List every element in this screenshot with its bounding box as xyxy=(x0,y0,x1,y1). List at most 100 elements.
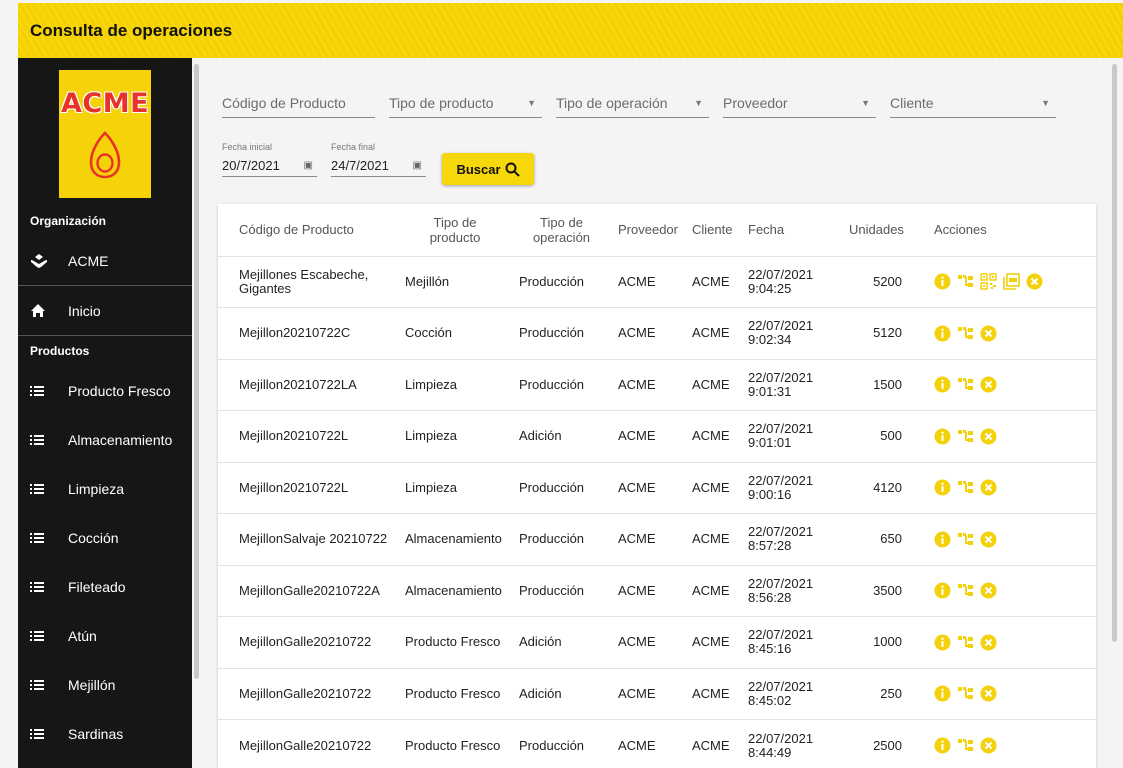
cancel-icon[interactable] xyxy=(980,634,997,651)
header-fecha[interactable]: Fecha xyxy=(742,204,827,256)
fecha-inicial-field[interactable]: Fecha inicial 20/7/2021 ▣ xyxy=(222,142,317,177)
header-tipo-operacion[interactable]: Tipo de operación xyxy=(511,204,612,256)
cell-cliente: ACME xyxy=(686,513,742,565)
sidebar-item-producto-fresco[interactable]: Producto Fresco xyxy=(18,366,192,415)
header-tipo-producto[interactable]: Tipo de producto xyxy=(399,204,511,256)
table-row[interactable]: MejillonSalvaje 20210722 Almacenamiento … xyxy=(218,513,1096,565)
codigo-producto-input[interactable]: Código de Producto xyxy=(222,88,375,118)
cell-tipo-producto: Almacenamiento xyxy=(399,513,511,565)
info-icon[interactable] xyxy=(934,428,951,445)
calendar-icon[interactable]: ▣ xyxy=(304,160,313,171)
dropdown-arrow-icon: ▼ xyxy=(694,97,703,108)
header-tipo-operacion-line1: Tipo de xyxy=(540,214,583,230)
pdf-icon[interactable] xyxy=(1003,273,1020,291)
tree-icon[interactable] xyxy=(957,685,974,702)
buscar-button[interactable]: Buscar xyxy=(442,153,534,185)
info-icon[interactable] xyxy=(934,685,951,702)
cliente-select[interactable]: Cliente ▼ xyxy=(890,88,1056,118)
codigo-line1: MejillonSalvaje 20210722 xyxy=(239,531,388,547)
sidebar-item-label: ACME xyxy=(68,252,109,269)
table-row[interactable]: Mejillon20210722LA Limpieza Producción A… xyxy=(218,358,1096,411)
header-unidades[interactable]: Unidades xyxy=(827,204,920,256)
info-icon[interactable] xyxy=(934,376,951,393)
home-icon xyxy=(30,303,58,318)
tree-icon[interactable] xyxy=(957,376,974,393)
sidebar-item-coccion[interactable]: Cocción xyxy=(18,513,192,562)
tree-icon[interactable] xyxy=(957,582,974,599)
info-icon[interactable] xyxy=(934,325,951,342)
cancel-icon[interactable] xyxy=(980,479,997,496)
cell-tipo-operacion: Adición xyxy=(511,410,612,462)
main-scrollbar[interactable] xyxy=(1112,64,1117,642)
table-row[interactable]: MejillonGalle20210722A Almacenamiento Pr… xyxy=(218,564,1096,617)
cell-tipo-producto: Producto Fresco xyxy=(399,616,511,668)
header-tipo-producto-line1: Tipo de xyxy=(433,214,477,230)
info-icon[interactable] xyxy=(934,634,951,651)
cell-proveedor: ACME xyxy=(612,410,686,462)
info-icon[interactable] xyxy=(934,273,951,290)
proveedor-select[interactable]: Proveedor ▼ xyxy=(723,88,876,118)
cell-codigo: Mejillon20210722LA xyxy=(218,358,399,411)
codigo-line1: Mejillon20210722L xyxy=(239,428,349,444)
info-icon[interactable] xyxy=(934,531,951,548)
tipo-producto-select[interactable]: Tipo de producto ▼ xyxy=(389,88,542,118)
calendar-icon[interactable]: ▣ xyxy=(413,160,422,171)
tree-icon[interactable] xyxy=(957,428,974,445)
table-row[interactable]: Mejillon20210722L Limpieza Producción AC… xyxy=(218,461,1096,514)
tree-icon[interactable] xyxy=(957,737,974,754)
sidebar-item-label: Almacenamiento xyxy=(68,431,173,448)
cell-cliente: ACME xyxy=(686,564,742,617)
tree-icon[interactable] xyxy=(957,531,974,548)
cancel-icon[interactable] xyxy=(980,582,997,599)
fecha-time: 9:01:01 xyxy=(748,435,792,451)
sidebar-item-almacenamiento[interactable]: Almacenamiento xyxy=(18,415,192,464)
table-row[interactable]: MejillonGalle20210722 Producto Fresco Ad… xyxy=(218,667,1096,720)
tree-icon[interactable] xyxy=(957,273,974,290)
header-acciones: Acciones xyxy=(934,222,987,238)
header-cliente[interactable]: Cliente xyxy=(686,204,742,256)
info-icon[interactable] xyxy=(934,479,951,496)
tipo-operacion-select[interactable]: Tipo de operación ▼ xyxy=(556,88,709,118)
cell-codigo: MejillonGalle20210722 xyxy=(218,667,399,720)
tipo-producto-placeholder: Tipo de producto xyxy=(389,94,494,111)
header-codigo[interactable]: Código de Producto xyxy=(218,204,399,256)
cancel-icon[interactable] xyxy=(980,685,997,702)
sidebar-item-mejillon[interactable]: Mejillón xyxy=(18,660,192,709)
sidebar-item-acme[interactable]: ACME xyxy=(18,236,192,285)
cancel-icon[interactable] xyxy=(980,325,997,342)
fecha-inicial-value: 20/7/2021 xyxy=(222,158,280,173)
sidebar-item-sardinas[interactable]: Sardinas xyxy=(18,709,192,758)
cancel-icon[interactable] xyxy=(1026,273,1043,290)
fecha-time: 8:45:02 xyxy=(748,692,792,708)
cell-tipo-producto: Limpieza xyxy=(399,358,511,411)
table-row[interactable]: Mejillon20210722L Limpieza Adición ACME … xyxy=(218,410,1096,462)
cell-fecha: 22/07/2021 8:44:49 xyxy=(742,719,827,768)
info-icon[interactable] xyxy=(934,582,951,599)
info-icon[interactable] xyxy=(934,737,951,754)
header-proveedor[interactable]: Proveedor xyxy=(612,204,686,256)
header-tipo-producto-line2: producto xyxy=(429,229,481,245)
cell-fecha: 22/07/2021 9:01:01 xyxy=(742,410,827,462)
cancel-icon[interactable] xyxy=(980,531,997,548)
cancel-icon[interactable] xyxy=(980,737,997,754)
table-row[interactable]: Mejillones Escabeche, Gigantes Mejillón P… xyxy=(218,255,1096,308)
tree-icon[interactable] xyxy=(957,479,974,496)
tree-icon[interactable] xyxy=(957,325,974,342)
sidebar-item-atun[interactable]: Atún xyxy=(18,611,192,660)
sidebar-item-inicio[interactable]: Inicio xyxy=(18,286,192,335)
cell-tipo-producto: Producto Fresco xyxy=(399,667,511,720)
table-row[interactable]: MejillonGalle20210722 Producto Fresco Ad… xyxy=(218,616,1096,668)
table-row[interactable]: Mejillon20210722C Cocción Producción ACM… xyxy=(218,307,1096,359)
fecha-final-field[interactable]: Fecha final 24/7/2021 ▣ xyxy=(331,142,426,177)
table-row[interactable]: MejillonGalle20210722 Producto Fresco Pr… xyxy=(218,719,1096,768)
sidebar-item-limpieza[interactable]: Limpieza xyxy=(18,464,192,513)
cell-cliente: ACME xyxy=(686,719,742,768)
cancel-icon[interactable] xyxy=(980,376,997,393)
tree-icon[interactable] xyxy=(957,634,974,651)
qr-code-icon[interactable] xyxy=(980,273,997,290)
cancel-icon[interactable] xyxy=(980,428,997,445)
sidebar-scrollbar[interactable] xyxy=(194,64,199,679)
sidebar-item-fileteado[interactable]: Fileteado xyxy=(18,562,192,611)
cell-codigo: MejillonGalle20210722 xyxy=(218,616,399,668)
extra-actions xyxy=(980,273,1020,291)
